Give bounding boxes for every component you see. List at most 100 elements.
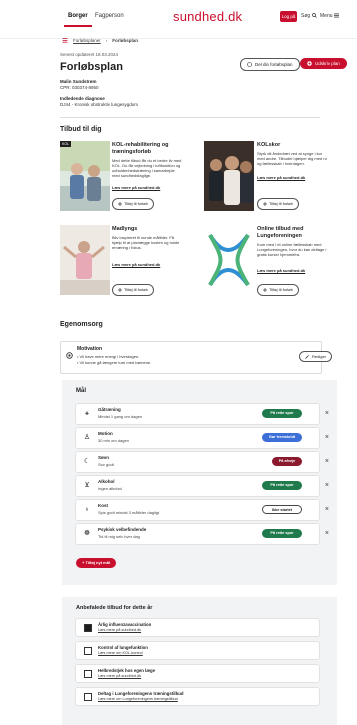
goal-subtitle: Sov godt [98,462,114,467]
add-icon [118,202,122,206]
recommended-item-link[interactable]: Læs mere på sundhed.dk [98,628,141,632]
recommended-item[interactable]: Helbredstjek hos egen læge Læs mere på s… [75,664,320,683]
goal-title: Alkohol [98,479,115,484]
diagnosis-value: DJ44 - Kronisk obstruktiv lungesygdom [60,102,139,107]
search-icon [311,13,317,18]
checkbox[interactable] [84,647,92,655]
remove-goal-icon[interactable]: × [325,433,329,442]
activity-icon: ⚹ [84,410,90,417]
motivation-line-1: • Vil have mere energi i hverdagen. [77,354,140,359]
card-link-madlyngs[interactable]: Læs mere på sundhed.dk [112,262,160,267]
login-button[interactable]: Log på [280,11,297,22]
goal-status-badge: På rette spor [262,409,302,418]
recommended-item[interactable]: Årlig influenzavaccination Læs mere på s… [75,618,320,637]
share-plan-button[interactable]: Del din forløbsplan [240,58,300,71]
menu-label: Menu [320,13,333,19]
recommended-item-link-text: Læs mere på sundhed.dk [98,674,142,678]
checkbox[interactable] [84,693,92,701]
add-to-plan-label: Tilføj til forløb [269,287,293,292]
page-title: Forløbsplan [60,61,123,73]
goal-row[interactable]: ♙ Motion 30 min om dagen Gør fremskridt … [75,427,329,449]
target-icon [66,352,73,359]
card-link-kol[interactable]: Læs mere på sundhed.dk [112,185,160,190]
card-image-lungeforeningen [204,225,254,295]
print-plan-button[interactable]: Udskriv plan [300,58,347,69]
card-image-madlyngs [60,225,110,295]
kol-photo-icon [60,141,110,211]
goal-title: Kost [98,503,108,508]
kol-badge: KOL [60,141,72,147]
recommended-item-link[interactable]: Læs mere om Lungeforeningens træningstil… [98,697,178,701]
add-to-plan-button-kol[interactable]: Tilføj til forløb [112,198,154,210]
remove-goal-icon[interactable]: × [325,529,329,538]
site-logo[interactable]: sundhed.dk [173,9,242,24]
goal-row[interactable]: ☸ Psykisk velbefindende Tid til mig selv… [75,523,329,545]
walk-icon: ♙ [83,434,91,441]
goals-section: Mål ⚹ Gåtræning Mindst 1 gang om dagen P… [62,380,337,585]
menu-link[interactable]: Menu [320,13,339,19]
goal-status-badge: På afveje [272,457,302,466]
print-plan-label: Udskriv plan [315,61,340,66]
recommended-item-title: Årlig influenzavaccination [98,622,152,627]
goal-status-badge: Ikke startet [262,505,302,514]
card-text-madlyngs: Bliv inspireret til sunde måltider. Få h… [112,235,180,250]
card-text-kol: Med dette tilbud får du et bedre liv med… [112,158,182,178]
card-text-lungeforeningen: Kom med i et online fællesskab med Lunge… [257,242,327,257]
recommended-item-link-text: Læs mere om KOL-kontrol [98,651,143,655]
edit-motivation-button[interactable]: Rediger [299,351,333,362]
remove-goal-icon[interactable]: × [325,481,329,490]
home-icon[interactable] [62,37,68,43]
section-title-egenomsorg: Egenomsorg [60,321,103,328]
card-link-kolskor[interactable]: Læs mere på sundhed.dk [257,175,305,180]
exercise-photo-icon [60,225,110,295]
card-image-kol: KOL [60,141,110,211]
add-goal-button[interactable]: + Tilføj nyt mål [76,558,117,568]
card-title-kolskor: KOLskor [257,142,281,148]
patient-name: Malin Sundstrøm [60,79,97,84]
remove-goal-icon[interactable]: × [325,409,329,418]
recommended-item[interactable]: Kontrol af lungefunktion Læs mere om KOL… [75,641,320,660]
add-to-plan-button-lungeforeningen[interactable]: Tilføj til forløb [257,284,299,296]
recommended-item-link[interactable]: Læs mere om KOL-kontrol [98,651,143,655]
goal-row[interactable]: ⊻ Alkohol Ingen alkohol På rette spor × [75,475,329,497]
card-link-lungeforeningen[interactable]: Læs mere på sundhed.dk [257,268,305,273]
section-title-tilbud: Tilbud til dig [60,126,102,133]
add-to-plan-label: Tilføj til forløb [124,287,148,292]
goal-row[interactable]: ♁ Kost Spis godt mindst 3 måltider dagli… [75,499,329,521]
checkbox[interactable] [84,670,92,678]
checkbox-checked[interactable] [84,624,92,632]
menu-icon [333,13,339,18]
goal-row[interactable]: ☾ Søvn Sov godt På afveje × [75,451,329,473]
lungeforeningen-logo-icon [204,225,254,295]
remove-goal-icon[interactable]: × [325,505,329,514]
divider [60,117,320,118]
add-to-plan-button-kolskor[interactable]: Tilføj til forløb [257,198,299,210]
add-to-plan-label: Tilføj til forløb [124,201,148,206]
recommended-section: Anbefalede tilbud for dette år Årlig inf… [62,597,337,725]
search-link[interactable]: Søg [301,13,317,19]
recommended-item-link-text: Læs mere på sundhed.dk [98,628,142,632]
add-to-plan-label: Tilføj til forløb [269,201,293,206]
page: Borger Fagperson sundhed.dk Log på Søg M… [0,0,357,725]
tab-fagperson[interactable]: Fagperson [95,13,124,19]
goal-subtitle: Spis godt mindst 3 måltider dagligt [98,510,160,515]
goal-row[interactable]: ⚹ Gåtræning Mindst 1 gang om dagen På re… [75,403,329,425]
tab-borger[interactable]: Borger [64,13,92,27]
goal-status-badge: På rette spor [262,481,302,490]
goal-status-badge: På rette spor [262,529,302,538]
breadcrumb-separator: › [105,37,108,43]
breadcrumb-item-forlobsplaner[interactable]: Forløbsplaner [73,38,101,43]
card-title-kol: KOL-rehabilitering og træningsforløb [112,142,169,155]
goal-status-badge: Gør fremskridt [262,433,302,442]
goal-subtitle: Mindst 1 gang om dagen [98,414,143,419]
site-header: Borger Fagperson sundhed.dk Log på Søg M… [0,0,357,39]
patient-cpr: CPR: 030374-8950 [60,85,99,90]
recommended-item-link[interactable]: Læs mere på sundhed.dk [98,674,141,678]
goal-title: Psykisk velbefindende [98,527,147,532]
add-to-plan-button-madlyngs[interactable]: Tilføj til forløb [112,284,154,296]
remove-goal-icon[interactable]: × [325,457,329,466]
share-icon [247,62,252,67]
recommended-item[interactable]: Deltag i Lungeforeningens træningstilbud… [75,687,320,706]
updated-date: Senest opdateret 18.03.2024 [60,52,119,57]
goals-title: Mål [76,388,87,394]
